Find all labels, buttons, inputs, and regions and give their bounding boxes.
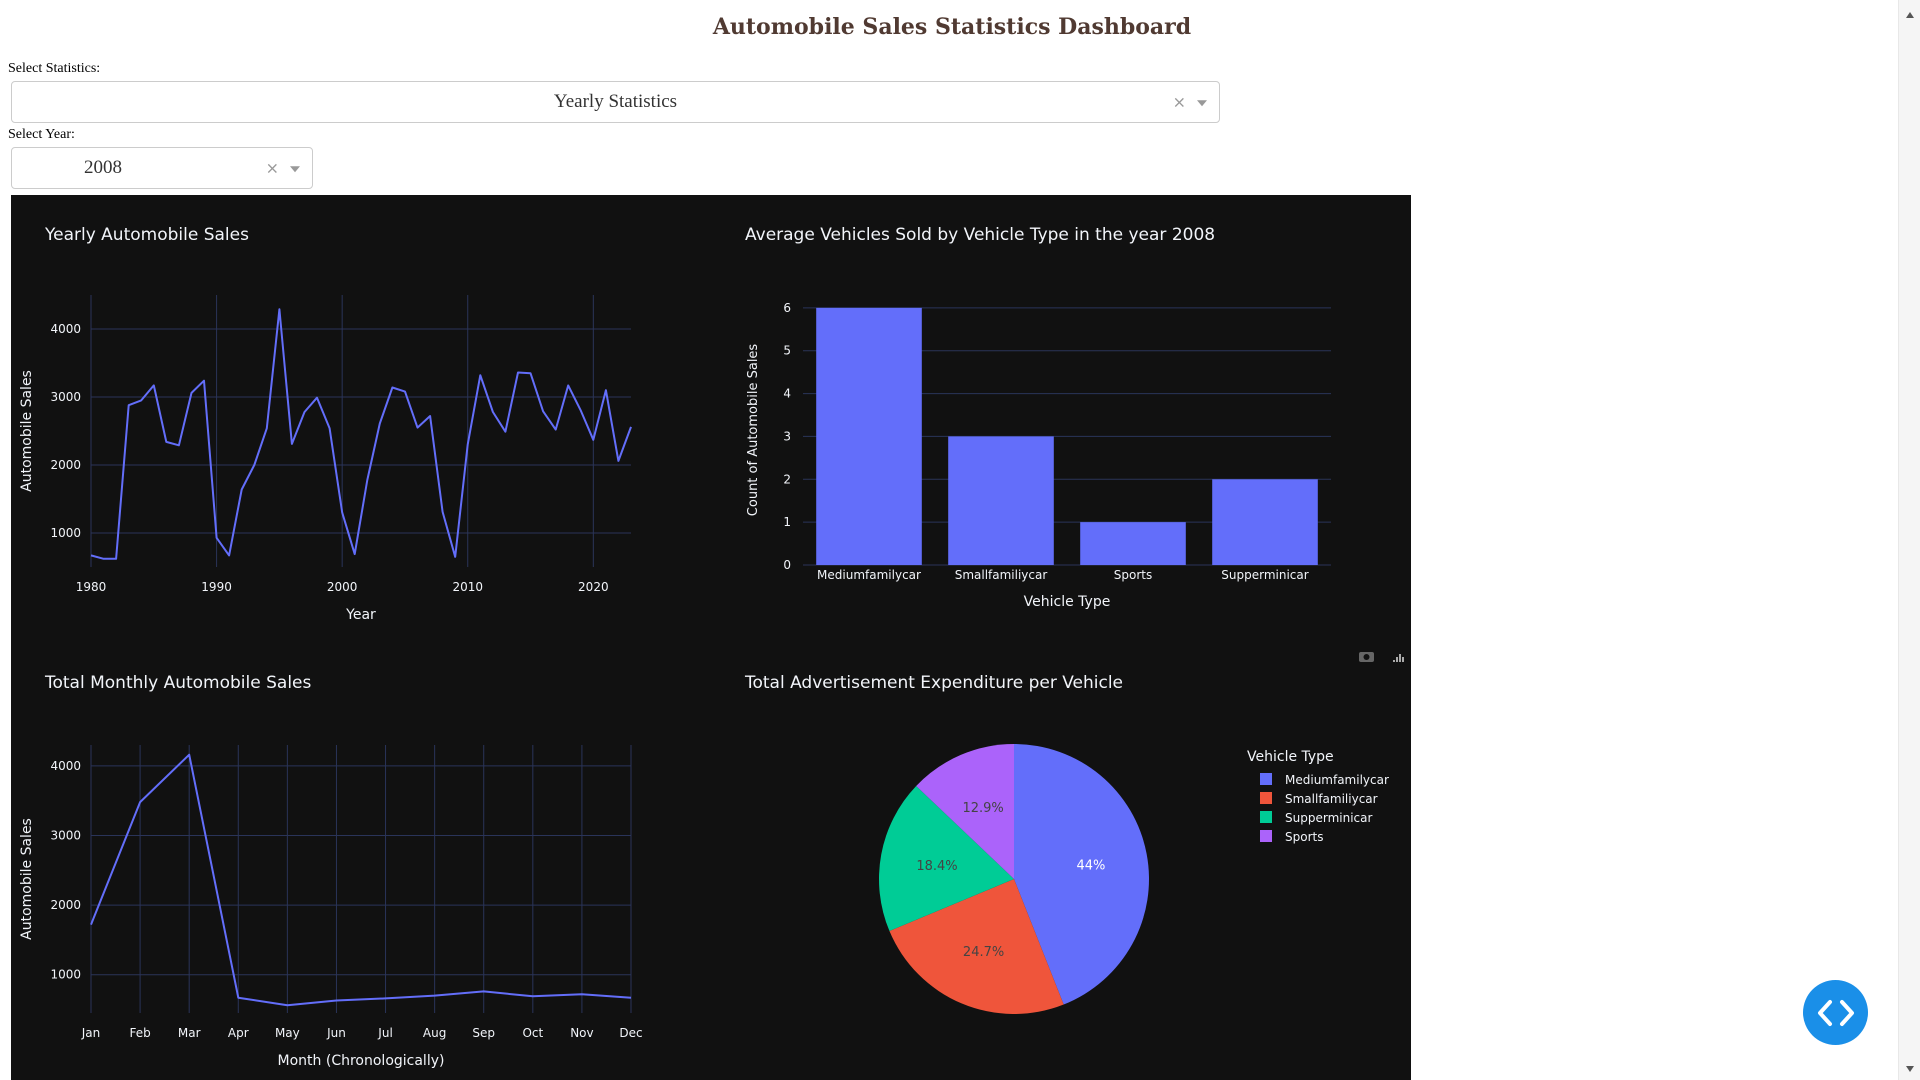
chart1-x-tick-label: Sports: [1114, 568, 1152, 582]
vertical-scrollbar[interactable]: [1898, 0, 1920, 1080]
chart3-legend-swatch: [1260, 773, 1272, 785]
chart0-x-tick-label: 1990: [201, 580, 232, 594]
chart2-x-tick-label: Dec: [619, 1026, 642, 1040]
statistics-dropdown[interactable]: Yearly Statistics ×: [11, 81, 1220, 123]
chart0-x-tick-label: 1980: [76, 580, 107, 594]
clear-icon[interactable]: ×: [1173, 93, 1186, 112]
chart3-slice-label: 12.9%: [962, 801, 1003, 816]
clear-icon[interactable]: ×: [266, 159, 279, 178]
chart1-y-tick-label: 0: [783, 558, 791, 572]
chart0-y-axis-label: Automobile Sales: [19, 370, 35, 492]
chart2-y-tick-label: 1000: [50, 968, 81, 982]
chart0-x-tick-label: 2020: [578, 580, 609, 594]
chart2-x-tick-label: Aug: [423, 1026, 446, 1040]
stats-dropdown-label: Select Statistics:: [8, 61, 101, 76]
chart1-x-tick-label: Smallfamiliycar: [955, 568, 1048, 582]
charts-panel: 1000 2000 3000 4000 1980 1990 2000 2010 2020 Year…: [11, 195, 1411, 1080]
chart2-x-tick-label: May: [275, 1026, 300, 1040]
chart2-x-tick-label: Jun: [326, 1026, 346, 1040]
chart0-y-tick-label: 2000: [50, 458, 81, 472]
chart3-legend-swatch: [1260, 811, 1272, 823]
chart1-x-axis-label: Vehicle Type: [1024, 594, 1111, 610]
chart1-y-axis-label: Count of Automobile Sales: [746, 344, 761, 517]
statistics-dropdown-value: Yearly Statistics: [553, 91, 678, 112]
scroll-down-icon[interactable]: [1906, 1066, 1914, 1072]
chart2-x-tick-label: Oct: [522, 1026, 543, 1040]
chart2-y-tick-label: 2000: [50, 898, 81, 912]
chart0-y-tick-label: 3000: [50, 390, 81, 404]
chart2-y-tick-label: 4000: [50, 759, 81, 773]
chart2-x-axis-label: Month (Chronologically): [278, 1053, 445, 1069]
chart2-series-line: [90, 753, 632, 1007]
chart2-x-tick-label: Nov: [570, 1026, 593, 1040]
chart2-x-tick-label: Feb: [129, 1026, 150, 1040]
chart2-x-tick-label: Apr: [228, 1026, 249, 1040]
chart1-y-tick-label: 2: [783, 472, 791, 486]
chart0-title: Yearly Automobile Sales: [44, 225, 249, 245]
chart3-legend-swatch: [1260, 830, 1272, 842]
chart1-y-tick-label: 5: [783, 344, 791, 358]
chart1-y-tick-label: 3: [783, 429, 791, 443]
chart0-y-tick-label: 1000: [50, 526, 81, 540]
chart0-series-line: [90, 308, 632, 560]
chart3-legend-entry: Mediumfamilycar: [1285, 773, 1389, 787]
chart1-bar: [1212, 479, 1318, 565]
chart2-y-axis-label: Automobile Sales: [19, 818, 35, 940]
page-title: Automobile Sales Statistics Dashboard: [712, 14, 1192, 40]
plotly-logo-icon[interactable]: [1393, 654, 1404, 662]
chart1-x-tick-label: Supperminicar: [1221, 568, 1308, 582]
chart1-y-tick-label: 6: [783, 301, 791, 315]
chevron-down-icon[interactable]: [290, 166, 300, 173]
chevron-down-icon[interactable]: [1197, 100, 1207, 107]
charts-canvas: 1000 2000 3000 4000 1980 1990 2000 2010 2020 Year…: [19, 225, 1404, 1069]
chart3-legend-title: Vehicle Type: [1247, 749, 1334, 765]
chart3-title: Total Advertisement Expenditure per Vehi…: [744, 673, 1123, 693]
code-icon: [1817, 999, 1854, 1026]
chart1-x-tick-label: Mediumfamilycar: [817, 568, 921, 582]
chart0-x-axis-label: Year: [345, 607, 376, 623]
chart0-y-tick-label: 4000: [50, 322, 81, 336]
chart2-x-tick-label: Sep: [472, 1026, 495, 1040]
chart3-legend-entry: Supperminicar: [1285, 811, 1372, 825]
chart2-title: Total Monthly Automobile Sales: [44, 673, 311, 693]
chart2-x-tick-label: Jul: [377, 1026, 392, 1040]
chart3-slice-label: 44%: [1076, 858, 1105, 873]
chart1-title: Average Vehicles Sold by Vehicle Type in…: [745, 225, 1215, 245]
year-dropdown[interactable]: 2008 ×: [11, 147, 313, 189]
chart1-y-tick-label: 4: [783, 387, 791, 401]
chart3-legend-swatch: [1260, 792, 1272, 804]
chart1-y-tick-label: 1: [783, 515, 791, 529]
chart2-x-tick-label: Jan: [81, 1026, 101, 1040]
chart2-x-tick-label: Mar: [178, 1026, 201, 1040]
chart0-x-tick-label: 2000: [327, 580, 358, 594]
chart0-x-tick-label: 2010: [452, 580, 483, 594]
code-toggle-button[interactable]: [1803, 980, 1868, 1045]
chart3-legend-entry: Smallfamiliycar: [1285, 792, 1378, 806]
year-dropdown-label: Select Year:: [8, 127, 75, 142]
scroll-up-icon[interactable]: [1906, 12, 1914, 18]
chart3-legend-entry: Sports: [1285, 830, 1323, 844]
chart3-slice-label: 24.7%: [963, 945, 1004, 960]
chart3-slice-label: 18.4%: [916, 859, 957, 874]
chart1-bar: [816, 307, 922, 565]
camera-icon[interactable]: [1359, 652, 1374, 662]
chart1-bar: [1080, 522, 1186, 565]
chart1-bar: [948, 436, 1054, 565]
chart2-y-tick-label: 3000: [50, 828, 81, 842]
